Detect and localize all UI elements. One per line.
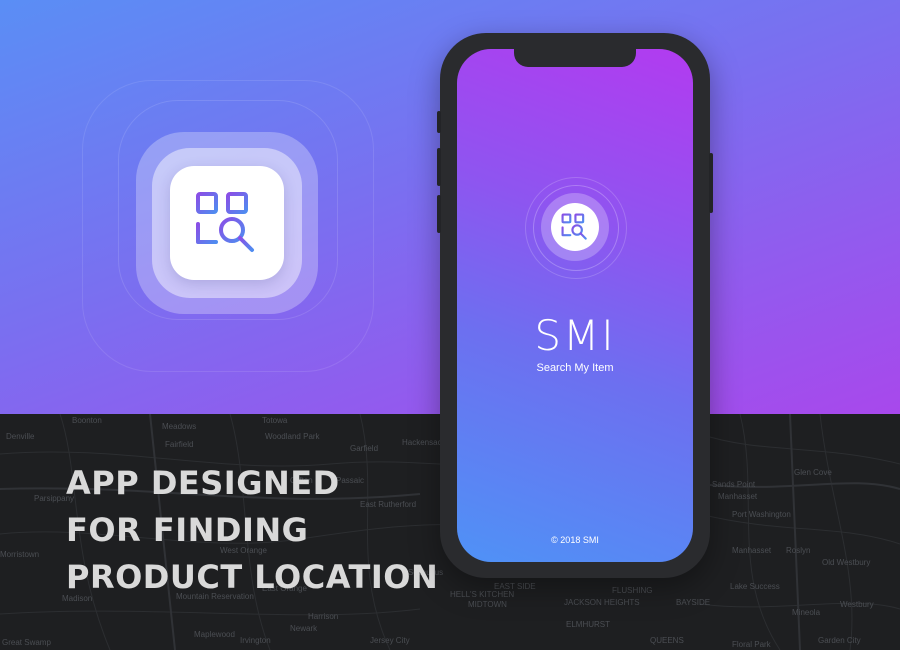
map-label: Denville bbox=[6, 432, 35, 441]
headline-line: App designed bbox=[66, 464, 340, 502]
phone-mute-switch bbox=[437, 111, 441, 133]
map-label: Lake Success bbox=[730, 582, 780, 591]
map-label: Garden City bbox=[818, 636, 861, 645]
phone-volume-up bbox=[437, 148, 441, 186]
map-label: FLUSHING bbox=[612, 586, 653, 595]
phone-power-button bbox=[709, 153, 713, 213]
headline-line: product location bbox=[66, 558, 439, 596]
phone-volume-down bbox=[437, 195, 441, 233]
map-label: Woodland Park bbox=[265, 432, 320, 441]
app-icon bbox=[170, 166, 284, 280]
map-label: Great Swamp bbox=[2, 638, 51, 647]
app-name: SMI bbox=[534, 311, 616, 360]
map-label: BAYSIDE bbox=[676, 598, 711, 607]
map-label: QUEENS bbox=[650, 636, 684, 645]
map-label: Maplewood bbox=[194, 630, 235, 639]
phone-mockup: SMI Search My Item © 2018 SMI bbox=[437, 33, 713, 578]
map-label: Garfield bbox=[350, 444, 379, 453]
map-label: ELMHURST bbox=[566, 620, 611, 629]
map-label: Westbury bbox=[840, 600, 874, 609]
map-label: Fairfield bbox=[165, 440, 194, 449]
map-label: Sands Point bbox=[712, 480, 756, 489]
map-label: Floral Park bbox=[732, 640, 771, 649]
map-label: Mineola bbox=[792, 608, 821, 617]
map-label: Old Westbury bbox=[822, 558, 871, 567]
map-label: Boonton bbox=[72, 416, 102, 425]
map-label: Morristown bbox=[0, 550, 40, 559]
map-label: Totowa bbox=[262, 416, 288, 425]
splash-screen: SMI Search My Item © 2018 SMI bbox=[457, 49, 693, 562]
app-icon-showcase bbox=[82, 80, 374, 372]
map-label: Jersey City bbox=[370, 636, 410, 645]
app-tagline: Search My Item bbox=[536, 362, 614, 374]
splash-logo bbox=[495, 177, 655, 309]
headline-line: for finding bbox=[66, 511, 309, 549]
phone-notch bbox=[514, 49, 636, 67]
map-label: MIDTOWN bbox=[468, 600, 507, 609]
map-label: Manhasset bbox=[718, 492, 758, 501]
scan-search-icon bbox=[196, 192, 254, 252]
map-label: Glen Cove bbox=[794, 468, 832, 477]
map-label: JACKSON HEIGHTS bbox=[564, 598, 640, 607]
headline: App designed for finding product locatio… bbox=[66, 460, 438, 601]
map-label: Harrison bbox=[308, 612, 339, 621]
map-label: Roslyn bbox=[786, 546, 811, 555]
copyright-text: © 2018 SMI bbox=[551, 535, 599, 545]
map-label: HELL'S KITCHEN bbox=[450, 590, 515, 599]
scan-search-icon bbox=[561, 213, 587, 240]
map-label: Port Washington bbox=[732, 510, 791, 519]
map-label: Irvington bbox=[240, 636, 271, 645]
map-label: Manhasset bbox=[732, 546, 772, 555]
splash-app-icon bbox=[551, 203, 599, 251]
map-label: Meadows bbox=[162, 422, 197, 431]
map-label: Newark bbox=[290, 624, 318, 633]
